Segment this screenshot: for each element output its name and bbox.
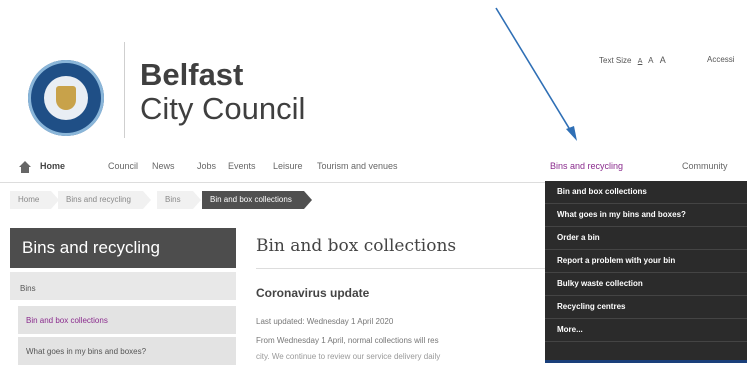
menu-item-what-goes[interactable]: What goes in my bins and boxes? — [545, 204, 747, 227]
text-size-medium[interactable]: A — [648, 56, 653, 65]
section-heading: Coronavirus update — [256, 286, 370, 300]
body-text-line1: From Wednesday 1 April, normal collectio… — [256, 336, 439, 345]
breadcrumb-home[interactable]: Home — [10, 191, 60, 209]
menu-item-recycling-centres[interactable]: Recycling centres — [545, 296, 747, 319]
menu-item-bin-collections[interactable]: Bin and box collections — [545, 181, 747, 204]
brand-line1: Belfast — [140, 57, 244, 92]
brand-name[interactable]: Belfast City Council — [140, 58, 305, 126]
accessibility-link[interactable]: Accessi — [707, 55, 735, 64]
sidebar-title[interactable]: Bins and recycling — [10, 228, 236, 268]
breadcrumb-bins-recycling[interactable]: Bins and recycling — [58, 191, 151, 209]
crest-shield-icon — [56, 86, 76, 110]
page-title: Bin and box collections — [256, 236, 457, 256]
nav-bins-and-recycling[interactable]: Bins and recycling — [550, 161, 623, 171]
nav-leisure[interactable]: Leisure — [273, 161, 303, 171]
nav-jobs[interactable]: Jobs — [197, 161, 216, 171]
text-size-controls: Text Size A A A — [599, 55, 670, 65]
nav-home[interactable]: Home — [40, 161, 65, 171]
last-updated: Last updated: Wednesday 1 April 2020 — [256, 317, 394, 326]
body-text-line2: city. We continue to review our service … — [256, 352, 441, 361]
header-divider — [124, 42, 125, 138]
sidebar-item-bin-collections[interactable]: Bin and box collections — [18, 306, 236, 334]
nav-tourism[interactable]: Tourism and venues — [317, 161, 398, 171]
text-size-large[interactable]: A — [660, 55, 666, 65]
nav-news[interactable]: News — [152, 161, 175, 171]
menu-item-report-problem[interactable]: Report a problem with your bin — [545, 250, 747, 273]
bins-dropdown-menu: Bin and box collections What goes in my … — [545, 181, 747, 362]
menu-item-bulky-waste[interactable]: Bulky waste collection — [545, 273, 747, 296]
sidebar-item-what-goes[interactable]: What goes in my bins and boxes? — [18, 337, 236, 365]
breadcrumb-bins[interactable]: Bins — [157, 191, 201, 209]
breadcrumb-current: Bin and box collections — [202, 191, 312, 209]
main-nav: Home Council News Jobs Events Leisure To… — [0, 152, 747, 183]
menu-item-order-bin[interactable]: Order a bin — [545, 227, 747, 250]
menu-item-more[interactable]: More... — [545, 319, 747, 342]
nav-community[interactable]: Community — [682, 161, 728, 171]
sidebar-section-bins[interactable]: Bins — [10, 272, 236, 300]
council-crest-logo[interactable] — [28, 60, 104, 136]
text-size-small[interactable]: A — [638, 58, 643, 65]
nav-council[interactable]: Council — [108, 161, 138, 171]
nav-events[interactable]: Events — [228, 161, 256, 171]
title-divider — [256, 268, 546, 269]
dropdown-bottom-bar — [545, 360, 747, 363]
crest-inner — [44, 76, 88, 120]
text-size-label: Text Size — [599, 56, 632, 65]
home-icon[interactable] — [18, 160, 32, 174]
brand-line2: City Council — [140, 91, 306, 126]
